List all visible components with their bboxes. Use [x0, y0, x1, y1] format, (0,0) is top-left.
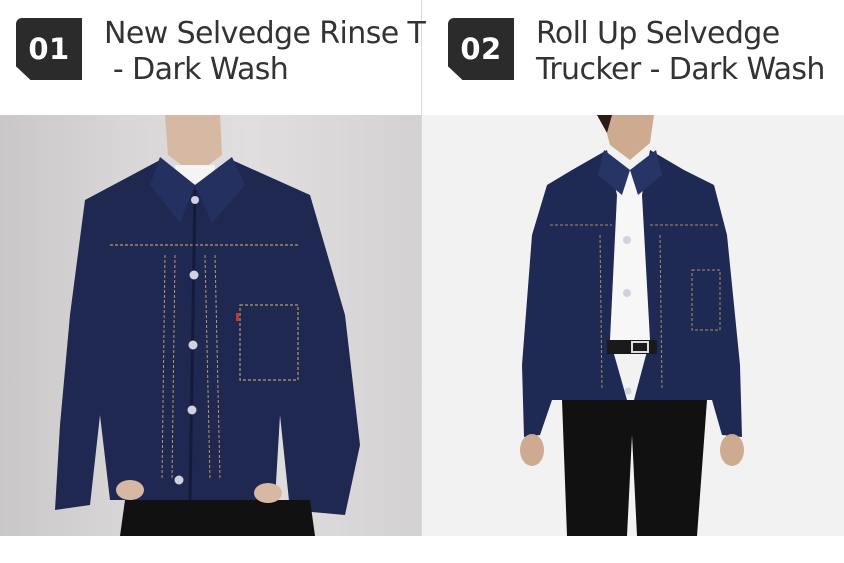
- jacket-illustration: [520, 115, 744, 536]
- product-card-2[interactable]: 02 Roll Up Selvedge Trucker - Dark Wash: [422, 0, 844, 563]
- number-badge: 01: [16, 18, 82, 80]
- number-badge: 02: [448, 18, 514, 80]
- product-card-1[interactable]: 01 New Selvedge Rinse T - Dark Wash: [0, 0, 426, 563]
- product-title-line-2: Trucker - Dark Wash: [536, 52, 825, 87]
- product-title[interactable]: New Selvedge Rinse T - Dark Wash: [104, 16, 426, 88]
- product-title[interactable]: Roll Up Selvedge Trucker - Dark Wash: [536, 16, 825, 88]
- bottom-spacer: [0, 536, 844, 563]
- product-title-line-1: New Selvedge Rinse T: [104, 16, 426, 51]
- product-image[interactable]: [422, 115, 844, 536]
- jacket-illustration: [55, 115, 360, 536]
- product-title-line-1: Roll Up Selvedge: [536, 16, 780, 51]
- product-title-line-2: - Dark Wash: [104, 52, 289, 87]
- product-image[interactable]: [0, 115, 421, 536]
